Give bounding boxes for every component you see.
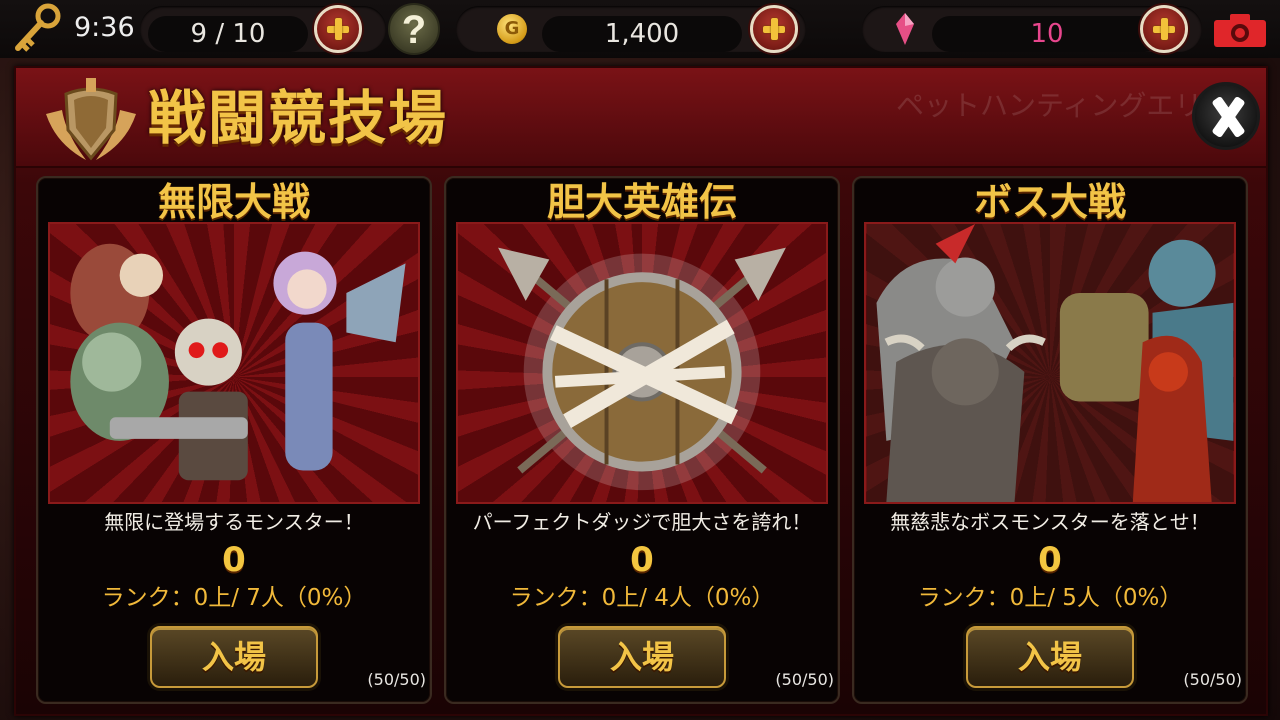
add-gem-button[interactable]: [1140, 5, 1188, 53]
card-score: 0: [630, 540, 654, 580]
energy-counter: 9 / 10: [148, 16, 308, 52]
help-icon: ?: [401, 8, 427, 52]
card-art-shield: [456, 222, 828, 504]
card-score: 0: [1038, 540, 1062, 580]
card-rank: ランク：0上/ 5人（0%）: [917, 585, 1183, 611]
card-rank: ランク：0上/ 4人（0%）: [509, 585, 775, 611]
entry-count: (50/50): [775, 670, 834, 689]
gem-amount: 10: [932, 16, 1162, 52]
card-rank: ランク：0上/ 7人（0%）: [101, 585, 367, 611]
gold-coin-icon: G: [497, 14, 527, 44]
card-art-heroes: [48, 222, 420, 504]
energy-timer: 9:36: [74, 12, 135, 43]
card-description: パーフェクトダッジで胆大さを誇れ！: [472, 510, 812, 534]
add-energy-button[interactable]: [314, 5, 362, 53]
panel-header: ペットハンティングエリ 戦闘競技場: [16, 68, 1266, 168]
card-description: 無慈悲なボスモンスターを落とせ！: [890, 510, 1210, 534]
card-score: 0: [222, 540, 246, 580]
background-area-label: ペットハンティングエリ: [896, 89, 1203, 122]
add-gold-button[interactable]: [750, 5, 798, 53]
key-icon: [15, 3, 61, 52]
close-button[interactable]: [1192, 82, 1260, 150]
bosses-illustration: [866, 224, 1234, 502]
entry-count: (50/50): [1183, 670, 1242, 689]
enter-button[interactable]: 入場: [966, 626, 1134, 688]
enter-button[interactable]: 入場: [558, 626, 726, 688]
arena-panel: ペットハンティングエリ 戦闘競技場 無限大戦 無限に登場するモンスター！ 0 ラ…: [14, 66, 1268, 716]
mode-card-brave-hero: 胆大英雄伝 パーフェクトダッジで胆大さを誇れ！ 0 ランク：0上/ 4人（0%）…: [444, 176, 840, 704]
gem-icon: [896, 13, 914, 45]
gold-amount: 1,400: [542, 16, 742, 52]
enter-button[interactable]: 入場: [150, 626, 318, 688]
card-art-bosses: [864, 222, 1236, 504]
card-title: 胆大英雄伝: [546, 180, 737, 224]
shield-spears-illustration: [498, 247, 786, 491]
heroes-illustration: [70, 243, 406, 481]
mode-card-infinite-battle: 無限大戦 無限に登場するモンスター！ 0 ランク：0上/ 7人（0%） 入場 (…: [36, 176, 432, 704]
camera-icon[interactable]: [1212, 12, 1268, 48]
top-status-bar: 9:36 9 / 10 ? 1,400 G 10: [0, 0, 1280, 58]
card-title: 無限大戦: [157, 180, 310, 224]
arena-emblem-icon: [46, 78, 136, 161]
card-description: 無限に登場するモンスター！: [104, 510, 364, 534]
entry-count: (50/50): [367, 670, 426, 689]
card-title: ボス大戦: [973, 180, 1126, 224]
panel-title: 戦闘競技場: [148, 84, 449, 152]
mode-card-boss-battle: ボス大戦 無慈悲なボスモンスターを落とせ！ 0 ランク：0上/ 5人（0%） 入…: [852, 176, 1248, 704]
help-button[interactable]: ?: [388, 3, 440, 55]
